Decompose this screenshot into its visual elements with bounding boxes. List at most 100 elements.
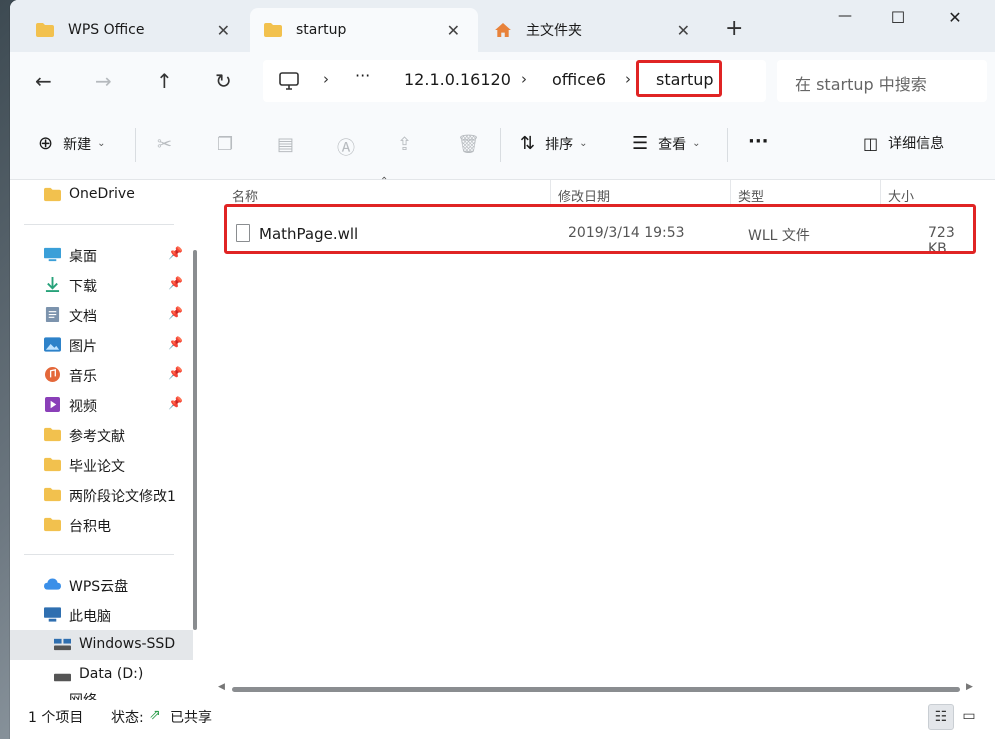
column-header-modified[interactable]: 修改日期 [558,186,610,205]
pin-icon[interactable]: 📌 [168,396,183,410]
divider [550,180,551,206]
paste-icon[interactable]: ▤ [277,134,294,155]
divider [880,180,881,206]
delete-icon[interactable]: 🗑 [457,134,480,155]
tab-label: startup [296,22,347,38]
view-lines-icon: ☰ [632,133,649,154]
tab-wps-office[interactable]: WPS Office ✕ [22,8,248,52]
search-input[interactable]: 在 startup 中搜索 [777,60,987,102]
view-button[interactable]: ☰ 查看 ⌄ [632,133,701,154]
download-icon [45,277,60,292]
rename-icon[interactable]: Ⓐ [337,134,355,160]
sort-label: 排序 [545,136,574,153]
sidebar-item-tsmc[interactable]: 台积电 [10,510,190,540]
sidebar-item-onedrive[interactable]: OneDrive [10,180,190,210]
cut-icon[interactable]: ✂ [157,134,172,155]
sidebar-item-label: 两阶段论文修改1 [69,489,176,505]
share-icon[interactable]: ⇪ [397,134,412,155]
drive-icon [54,673,71,682]
chevron-down-icon: ⌄ [692,138,701,149]
file-list: ⌃ 名称 修改日期 类型 大小 MathPage.wll 2019/3/14 1… [208,176,995,700]
divider [135,128,136,162]
status-label: 状态: [111,710,144,726]
divider [727,128,728,162]
divider [500,128,501,162]
shared-icon: ⇗ [149,707,161,723]
folder-icon [44,487,61,502]
home-icon [495,23,511,37]
sidebar-item-downloads[interactable]: 下载 📌 [10,270,190,300]
tab-label: 主文件夹 [526,23,582,39]
more-options-button[interactable]: ··· [748,131,769,152]
sidebar-item-references[interactable]: 参考文献 [10,420,190,450]
sidebar-item-this-pc[interactable]: 此电脑 [10,600,190,630]
maximize-button[interactable]: ☐ [878,8,918,32]
details-pane-icon: ◫ [863,133,879,153]
pin-icon[interactable]: 📌 [168,366,183,380]
refresh-icon[interactable]: ↻ [215,69,232,93]
minimize-button[interactable]: — [825,8,865,32]
sidebar-item-wps-cloud[interactable]: WPS云盘 [10,570,190,600]
back-arrow-icon[interactable]: ← [35,69,52,93]
highlight-box [224,204,976,254]
new-button[interactable]: ⊕ 新建 ⌄ [38,133,105,154]
new-tab-button[interactable]: + [725,18,743,40]
close-icon[interactable]: ✕ [677,21,690,40]
status-value: 已共享 [170,710,212,726]
sidebar-item-network[interactable]: 网络 [10,690,190,700]
computer-icon [44,607,61,622]
close-icon[interactable]: ✕ [447,21,460,40]
column-header-type[interactable]: 类型 [738,186,764,205]
sidebar-item-thesis[interactable]: 毕业论文 [10,450,190,480]
breadcrumb-item[interactable]: 12.1.0.16120 [404,70,511,89]
chevron-down-icon: ⌄ [579,138,588,149]
tab-label: WPS Office [68,22,145,38]
forward-arrow-icon[interactable]: → [95,69,112,93]
tab-startup[interactable]: startup ✕ [250,8,478,52]
divider [730,180,731,206]
sidebar-scrollbar[interactable] [193,250,197,630]
sidebar-item-revision[interactable]: 两阶段论文修改1 [10,480,190,510]
document-icon [45,307,60,322]
navigation-pane: OneDrive 桌面 📌 下载 📌 文档 📌 图片 📌 音乐 📌 视频 📌 参… [10,180,200,700]
sidebar-item-desktop[interactable]: 桌面 📌 [10,240,190,270]
divider [24,224,174,225]
column-header-name[interactable]: 名称 [232,186,258,205]
details-pane-button[interactable]: ◫ 详细信息 [863,133,944,153]
tab-home-folder[interactable]: 主文件夹 ✕ [480,8,708,52]
close-window-button[interactable]: ✕ [935,8,975,32]
column-header-size[interactable]: 大小 [888,186,914,205]
folder-icon [44,187,61,202]
pin-icon[interactable]: 📌 [168,336,183,350]
sidebar-item-label: 网络 [69,690,189,700]
pin-icon[interactable]: 📌 [168,276,183,290]
sidebar-item-videos[interactable]: 视频 📌 [10,390,190,420]
details-view-icon[interactable]: ☷ [928,704,954,730]
sidebar-item-windows-ssd[interactable]: Windows-SSD [10,630,193,660]
address-bar: ← → ↑ ↻ › ··· 12.1.0.16120 › office6 › s… [10,52,995,110]
close-icon[interactable]: ✕ [217,21,230,40]
pin-icon[interactable]: 📌 [168,246,183,260]
breadcrumb-item[interactable]: office6 [552,70,606,89]
sidebar-item-music[interactable]: 音乐 📌 [10,360,190,390]
folder-icon [44,457,61,472]
sidebar-item-documents[interactable]: 文档 📌 [10,300,190,330]
sidebar-item-label: Data (D:) [79,666,144,682]
up-arrow-icon[interactable]: ↑ [156,69,173,93]
command-bar: ⊕ 新建 ⌄ ✂ ❐ ▤ Ⓐ ⇪ 🗑 ⇅ 排序 ⌄ ☰ 查看 ⌄ ··· ◫ 详… [10,110,995,180]
horizontal-scrollbar[interactable] [232,687,960,692]
sidebar-item-data-drive[interactable]: Data (D:) [10,660,190,690]
scroll-left-icon[interactable]: ◀ [218,682,225,692]
breadcrumb-overflow[interactable]: ··· [355,66,370,85]
folder-icon [264,23,282,37]
scroll-right-icon[interactable]: ▶ [966,682,973,692]
sidebar-item-pictures[interactable]: 图片 📌 [10,330,190,360]
chevron-right-icon: › [323,70,329,88]
sort-button[interactable]: ⇅ 排序 ⌄ [520,133,587,154]
tiles-view-icon[interactable]: ▭ [956,704,982,730]
pin-icon[interactable]: 📌 [168,306,183,320]
sidebar-item-label: 毕业论文 [69,459,125,475]
copy-icon[interactable]: ❐ [217,134,233,155]
drive-icon [54,638,71,651]
video-icon [45,397,60,412]
